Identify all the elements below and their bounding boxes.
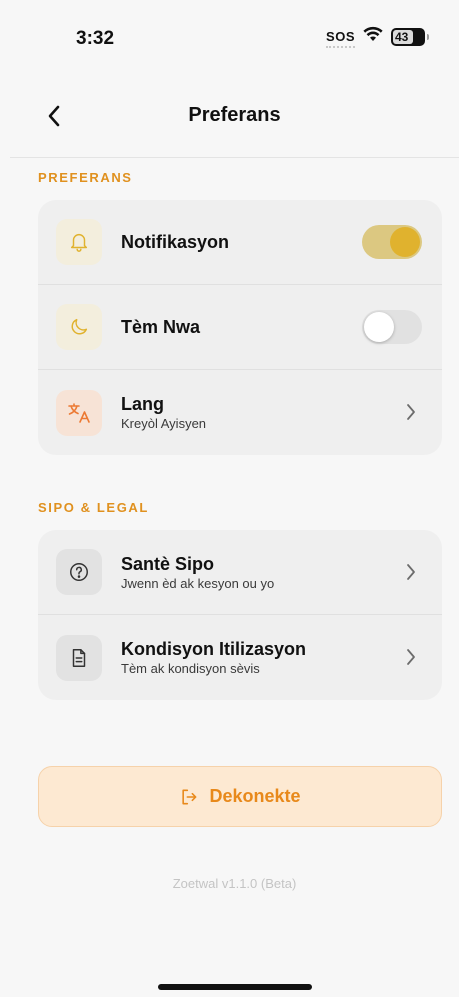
row-subtitle: Jwenn èd ak kesyon ou yo bbox=[121, 575, 275, 591]
dark-theme-toggle[interactable] bbox=[362, 310, 422, 344]
preferences-screen: 3:32 SOS 43 Preferans PREFERANS Notifika… bbox=[10, 0, 459, 997]
support-card: Santè Sipo Jwenn èd ak kesyon ou yo Kond… bbox=[38, 530, 442, 700]
row-text: Santè Sipo Jwenn èd ak kesyon ou yo bbox=[121, 554, 274, 591]
row-text: Tèm Nwa bbox=[121, 317, 200, 338]
row-title: Lang bbox=[121, 394, 164, 414]
battery-icon: 43 bbox=[391, 27, 429, 46]
row-title: Kondisyon Itilizasyon bbox=[121, 639, 307, 659]
status-time: 3:32 bbox=[76, 28, 115, 49]
logout-icon bbox=[182, 789, 197, 804]
help-circle-icon bbox=[56, 549, 102, 595]
row-subtitle: Kreyòl Ayisyen bbox=[121, 416, 207, 431]
logout-label: Dekonekte bbox=[209, 786, 301, 806]
row-subtitle: Tèm ak kondisyon sèvis bbox=[121, 661, 260, 676]
page-title: Preferans bbox=[188, 104, 281, 126]
preferences-card: Notifikasyon Tèm Nwa Lang Kreyòl Ayisyen bbox=[38, 200, 442, 455]
row-language[interactable]: Lang Kreyòl Ayisyen bbox=[38, 370, 442, 455]
row-text: Kondisyon Itilizasyon Tèm ak kondisyon s… bbox=[121, 639, 306, 676]
row-dark-theme[interactable]: Tèm Nwa bbox=[38, 285, 442, 370]
row-title: Notifikasyon bbox=[121, 231, 230, 252]
bell-icon bbox=[56, 219, 102, 265]
app-version: Zoetwal v1.1.0 (Beta) bbox=[172, 876, 297, 891]
translate-icon bbox=[56, 389, 102, 436]
section-label-preferences: PREFERANS bbox=[38, 170, 133, 185]
row-title: Santè Sipo bbox=[121, 553, 215, 574]
nav-bar: Preferans bbox=[10, 92, 459, 144]
sos-indicator: SOS bbox=[326, 29, 355, 48]
section-label-support: SIPO & LEGAL bbox=[38, 500, 149, 515]
row-terms[interactable]: Kondisyon Itilizasyon Tèm ak kondisyon s… bbox=[38, 615, 442, 700]
home-indicator bbox=[158, 984, 312, 990]
row-notifications[interactable]: Notifikasyon bbox=[38, 200, 442, 285]
battery-level: 43 bbox=[395, 29, 409, 44]
row-support-center[interactable]: Santè Sipo Jwenn èd ak kesyon ou yo bbox=[38, 530, 442, 615]
logout-button[interactable]: Dekonekte bbox=[38, 766, 442, 827]
chevron-right-icon bbox=[407, 649, 415, 665]
document-icon bbox=[56, 634, 102, 681]
moon-icon bbox=[56, 304, 102, 350]
status-bar: 3:32 SOS 43 bbox=[10, 0, 459, 80]
row-text: Lang Kreyòl Ayisyen bbox=[121, 394, 206, 431]
chevron-right-icon bbox=[407, 564, 415, 580]
chevron-right-icon bbox=[407, 404, 415, 420]
row-title: Tèm Nwa bbox=[121, 316, 201, 337]
row-text: Notifikasyon bbox=[121, 232, 229, 253]
wifi-icon bbox=[363, 26, 383, 47]
status-icons: SOS 43 bbox=[326, 26, 429, 48]
header-divider bbox=[10, 157, 459, 158]
notifications-toggle[interactable] bbox=[362, 225, 422, 259]
